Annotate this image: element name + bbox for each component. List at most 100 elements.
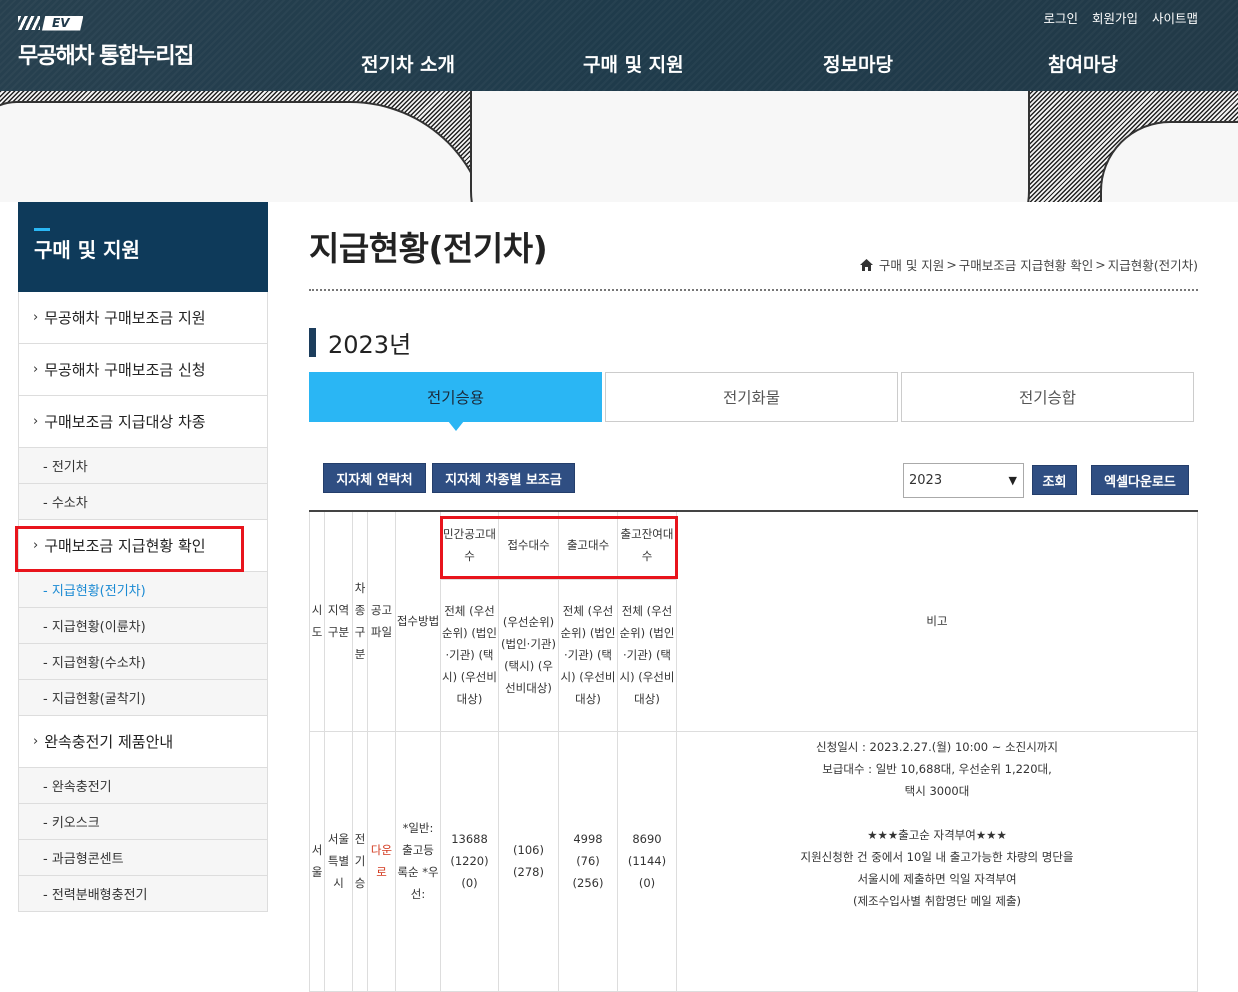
remark-line: 지원신청한 건 중에서 10일 내 출고가능한 차량의 명단을 [800, 849, 1074, 864]
chevron-right-icon: › [33, 538, 39, 553]
notice-download-link[interactable]: 다운로 [367, 730, 396, 992]
header-private-notice: 민간공고대수 [440, 510, 499, 580]
tab-ev-cargo[interactable]: 전기화물 [605, 372, 898, 422]
year-heading-mark [309, 328, 316, 357]
subheader-shipped: 전체 (우선순위) (법인·기관) (택시) (우선비대상) [558, 578, 618, 732]
cell-private-notice: 13688 (1220) (0) [440, 730, 499, 992]
logo-mark: EV [18, 14, 193, 32]
cell-region: 서울특별시 [324, 730, 353, 992]
chevron-right-icon: › [33, 414, 39, 429]
nav-info[interactable]: 정보마당 [823, 50, 893, 77]
sidebar-title: 구매 및 지원 [34, 238, 140, 262]
status-table: 시도 지역구분 차종구분 공고파일 접수방법 민간공고대수 접수대수 출고대수 … [309, 510, 1198, 992]
subheader-private-notice: 전체 (우선순위) (법인·기관) (택시) (우선비대상) [440, 578, 499, 732]
excel-download-button[interactable]: 엑셀다운로드 [1091, 465, 1189, 495]
sidebar-sub-ev[interactable]: - 전기차 [19, 448, 267, 484]
tab-ev-bus[interactable]: 전기승합 [901, 372, 1194, 422]
header-sido: 시도 [309, 510, 325, 732]
remark-line: 보급대수 : 일반 10,688대, 우선순위 1,220대, [822, 761, 1052, 776]
tab-ev-passenger[interactable]: 전기승용 [309, 372, 602, 431]
car-illustration [0, 101, 490, 202]
local-subsidy-button[interactable]: 지자체 차종별 보조금 [432, 463, 575, 493]
home-icon[interactable] [859, 258, 873, 271]
sitemap-link[interactable]: 사이트맵 [1152, 8, 1198, 27]
remark-line: (제조수입사별 취합명단 메일 제출) [852, 893, 1022, 908]
sidebar-item-payment-status[interactable]: › 구매보조금 지급현황 확인 [19, 520, 267, 572]
header-method: 접수방법 [395, 510, 441, 732]
year-select[interactable]: 2023 ▼ [903, 463, 1024, 498]
sidebar-item-label: 무공해차 구매보조금 신청 [44, 361, 206, 379]
year-select-value: 2023 [909, 473, 943, 488]
sidebar-item-label: 구매보조금 지급현황 확인 [44, 537, 206, 555]
remark-line: ★★★출고순 자격부여★★★ [867, 827, 1007, 842]
car-illustration [470, 91, 1030, 202]
cell-method: *일반: 출고등 록순 *우선: [395, 730, 441, 992]
cell-sido: 서울 [309, 730, 325, 992]
hero-banner [0, 91, 1238, 202]
cell-value: (106) [513, 843, 544, 857]
cell-value: (1220) [450, 854, 489, 868]
sidebar-sub-kiosk[interactable]: - 키오스크 [19, 804, 267, 840]
title-divider [309, 289, 1198, 291]
cell-value: 8690 [632, 832, 662, 846]
cell-value: (1144) [627, 854, 667, 868]
nav-participation[interactable]: 참여마당 [1048, 50, 1118, 77]
vehicle-type-tabs: 전기승용 전기화물 전기승합 [309, 372, 1194, 431]
sidebar-item-eligible-models[interactable]: › 구매보조금 지급대상 차종 [19, 396, 267, 448]
sidebar-item-subsidy-support[interactable]: › 무공해차 구매보조금 지원 [19, 292, 267, 344]
breadcrumb-separator: > [946, 257, 957, 272]
cell-remarks: 신청일시 : 2023.2.27.(월) 10:00 ~ 소진시까지 보급대수 … [676, 730, 1198, 992]
breadcrumb-item[interactable]: 구매보조금 지급현황 확인 [959, 255, 1093, 274]
header-vehicle-type: 차종구분 [352, 510, 368, 732]
logo-text: 무공해차 통합누리집 [18, 44, 194, 69]
sidebar-item-label: 완속충전기 제품안내 [44, 733, 174, 751]
logo-stripes-icon [18, 16, 40, 30]
cell-received: (106) (278) [498, 730, 559, 992]
cell-remaining: 8690 (1144) (0) [617, 730, 677, 992]
search-button[interactable]: 조회 [1032, 465, 1077, 495]
signup-link[interactable]: 회원가입 [1092, 8, 1138, 27]
sidebar: 구매 및 지원 › 무공해차 구매보조금 지원 › 무공해차 구매보조금 신청 › 구… [18, 202, 268, 912]
sidebar-sub-hydrogen[interactable]: - 수소차 [19, 484, 267, 520]
chevron-right-icon: › [33, 310, 39, 325]
sidebar-sub-status-hydrogen[interactable]: - 지급현황(수소차) [19, 644, 267, 680]
page-title: 지급현황(전기차) [309, 229, 548, 268]
cell-value: (76) [576, 854, 600, 868]
cell-shipped: 4998 (76) (256) [558, 730, 618, 992]
sidebar-item-subsidy-apply[interactable]: › 무공해차 구매보조금 신청 [19, 344, 267, 396]
chevron-down-icon: ▼ [1008, 474, 1017, 487]
cell-value: 4998 [573, 832, 603, 846]
chevron-right-icon: › [33, 362, 39, 377]
header-received: 접수대수 [498, 510, 559, 580]
table-row: 서울 서울특별시 전기승 다운로 *일반: 출고등 록순 *우선: 13688 … [309, 730, 1198, 992]
sidebar-sub-status-ev[interactable]: - 지급현황(전기차) [19, 572, 267, 608]
sidebar-menu: › 무공해차 구매보조금 지원 › 무공해차 구매보조금 신청 › 구매보조금 지급대… [18, 292, 268, 912]
header-remaining: 출고잔여대수 [617, 510, 677, 580]
remark-line: 택시 3000대 [904, 783, 970, 798]
sidebar-header: 구매 및 지원 [18, 202, 268, 292]
cell-value: (256) [572, 876, 604, 890]
subheader-received: (우선순위) (법인·기관) (택시) (우선비대상) [498, 578, 559, 732]
cell-value: (278) [513, 865, 544, 879]
sidebar-header-accent [34, 228, 50, 231]
utility-nav: 로그인 회원가입 사이트맵 [1043, 8, 1198, 27]
logo-ev-badge: EV [42, 15, 84, 31]
breadcrumb-separator: > [1095, 257, 1106, 272]
nav-ev-intro[interactable]: 전기차 소개 [361, 50, 455, 77]
header-remarks: 비고 [676, 510, 1198, 732]
local-contact-button[interactable]: 지자체 연락처 [323, 463, 426, 493]
sidebar-item-slow-charger[interactable]: › 완속충전기 제품안내 [19, 716, 267, 768]
login-link[interactable]: 로그인 [1043, 8, 1078, 27]
site-logo[interactable]: EV 무공해차 통합누리집 [18, 14, 194, 70]
sidebar-sub-power-distribution[interactable]: - 전력분배형충전기 [19, 876, 267, 912]
sidebar-item-label: 무공해차 구매보조금 지원 [44, 309, 206, 327]
site-header: EV 무공해차 통합누리집 로그인 회원가입 사이트맵 전기차 소개 구매 및 … [0, 0, 1238, 91]
sidebar-sub-status-two-wheeler[interactable]: - 지급현황(이륜차) [19, 608, 267, 644]
year-heading: 2023년 [309, 325, 411, 360]
sidebar-sub-billing-outlet[interactable]: - 과금형콘센트 [19, 840, 267, 876]
breadcrumb-item[interactable]: 구매 및 지원 [879, 255, 944, 274]
sidebar-sub-status-excavator[interactable]: - 지급현황(굴착기) [19, 680, 267, 716]
sidebar-sub-slow-charger[interactable]: - 완속충전기 [19, 768, 267, 804]
nav-purchase-support[interactable]: 구매 및 지원 [583, 50, 684, 77]
cell-value: (0) [638, 876, 656, 890]
